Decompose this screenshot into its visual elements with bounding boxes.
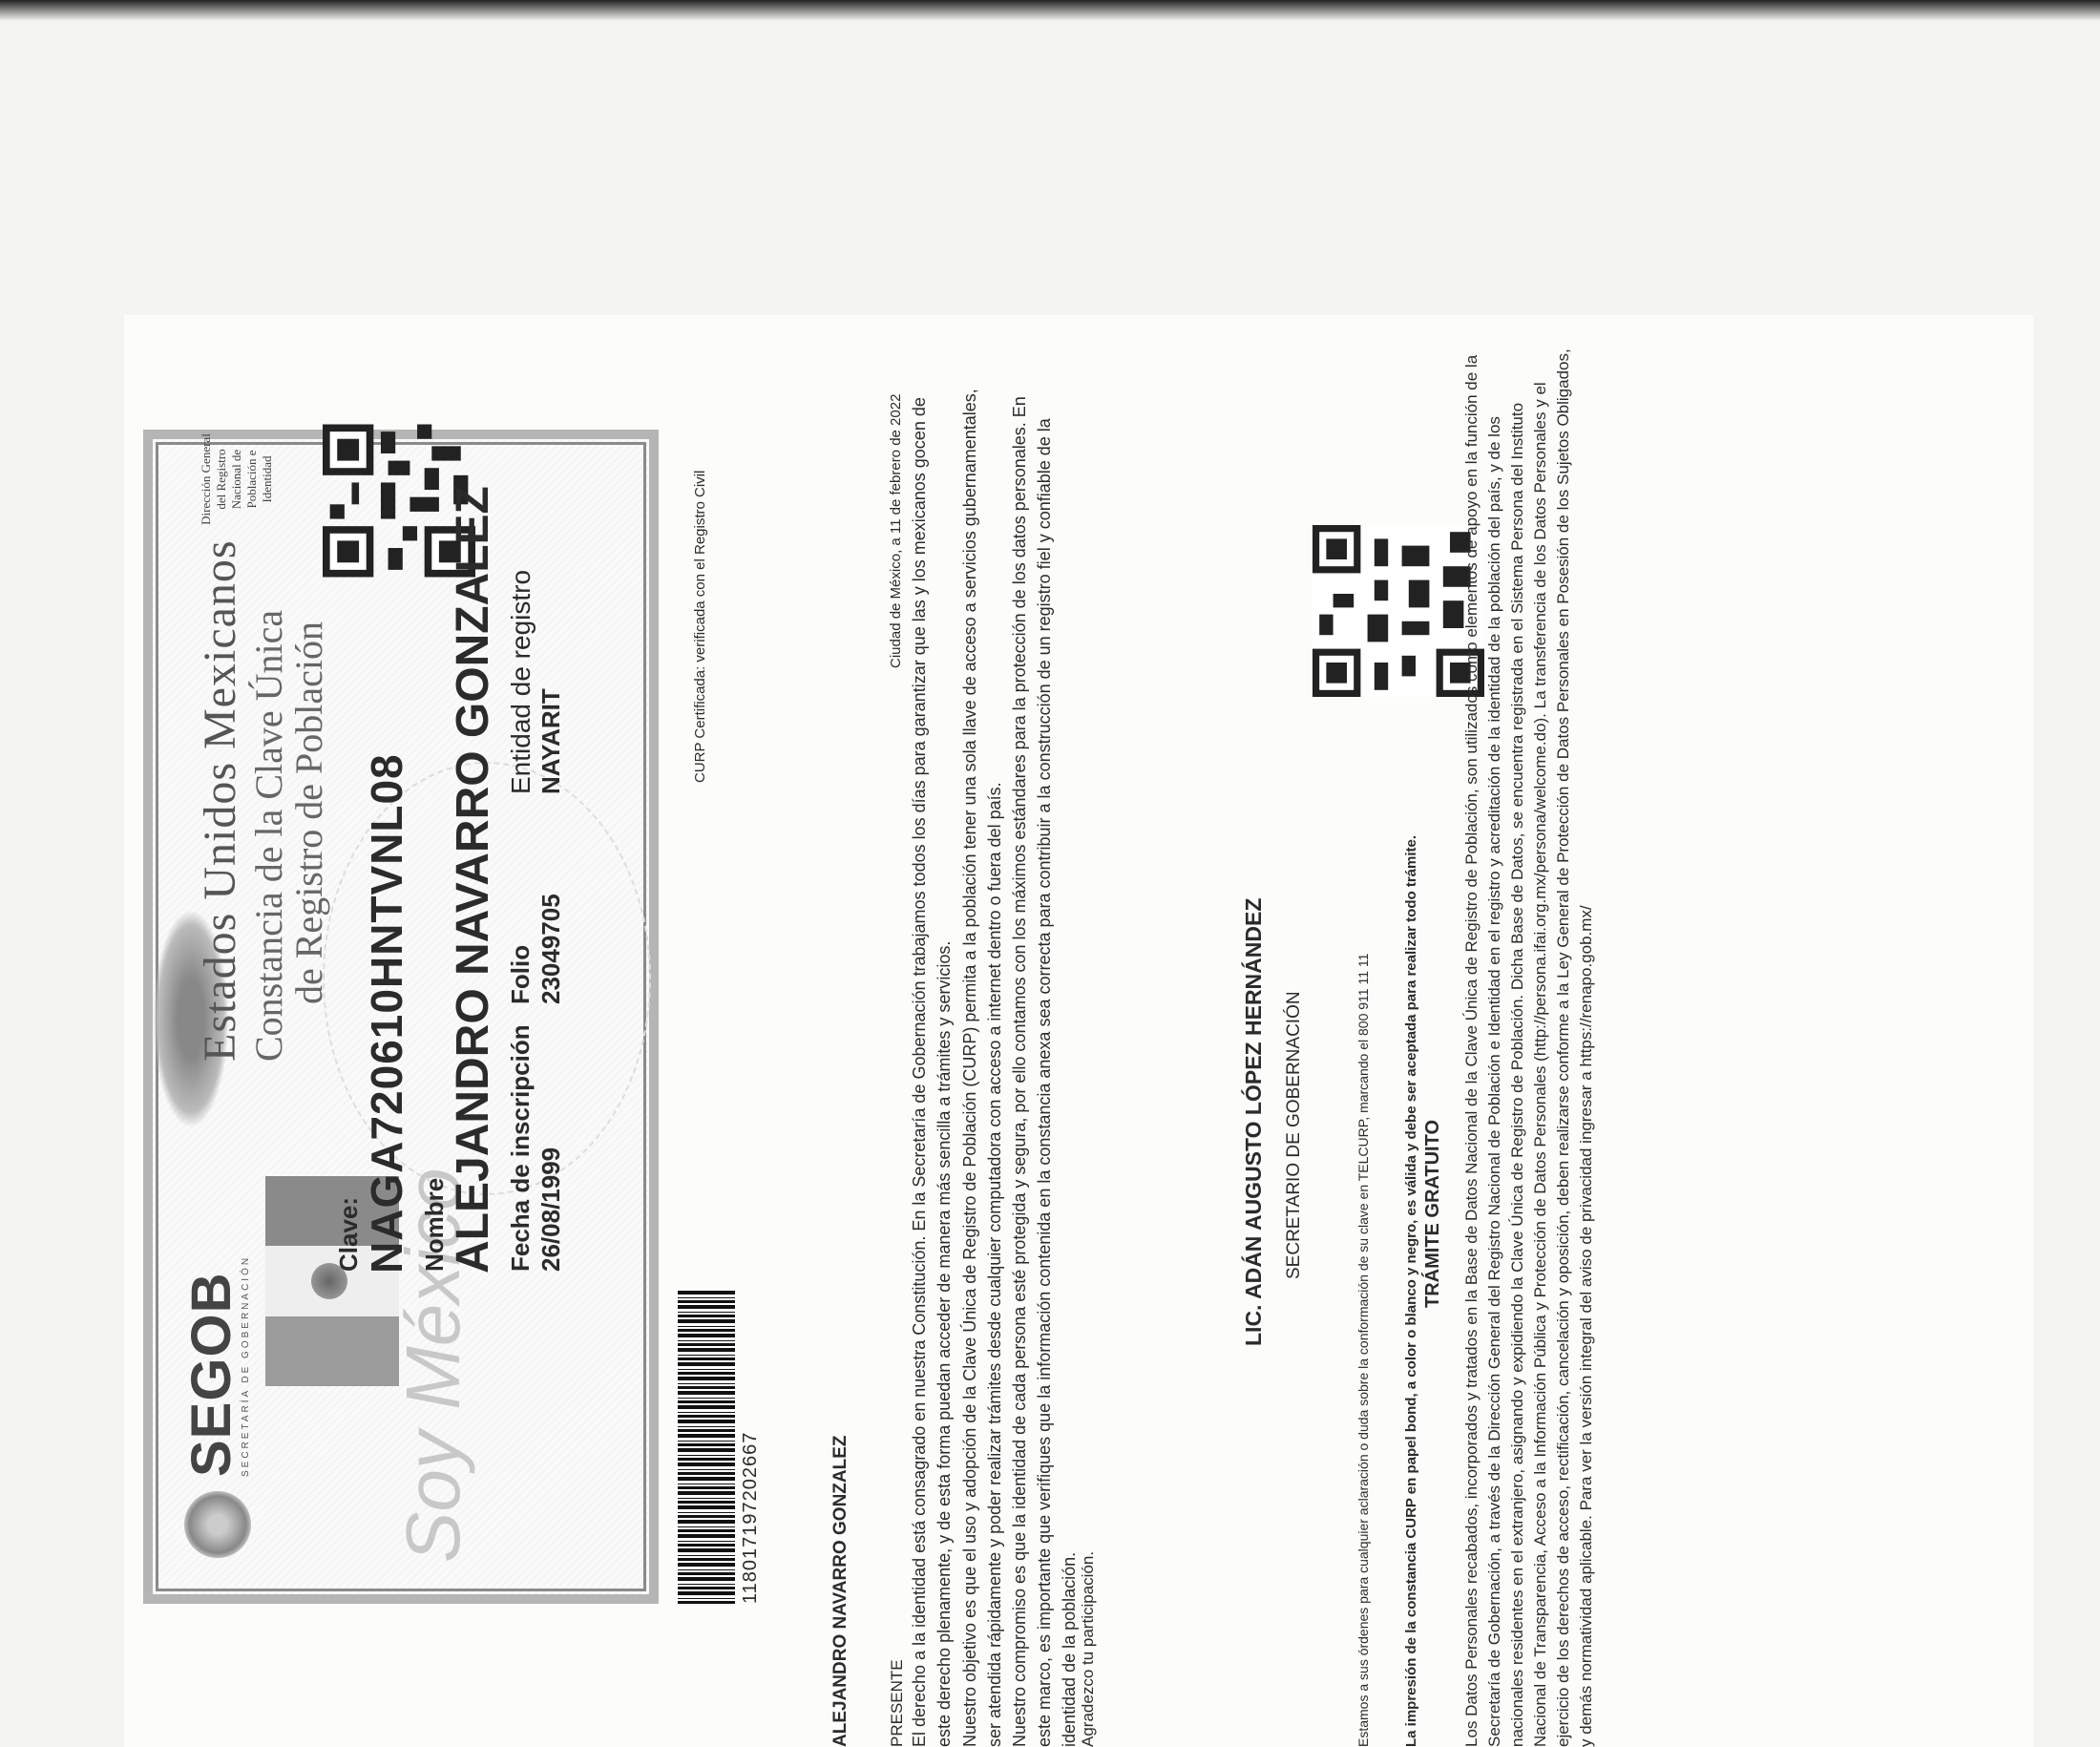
letter-thanks: Agradezco tu participación. [1079, 1550, 1097, 1747]
impresion-note: La impresión de la constancia CURP en pa… [1403, 834, 1419, 1747]
segob-logo-subtitle: SECRETARÍA DE GOBERNACIÓN [241, 1254, 251, 1477]
letter-addressee: ALEJANDRO NAVARRO GONZALEZ [830, 1435, 850, 1747]
national-seal-icon [184, 1491, 251, 1558]
nombre-label: Nombre [420, 1177, 449, 1272]
curp-certificate: SEGOB SECRETARÍA DE GOBERNACIÓN Soy Méxi… [143, 424, 659, 1604]
entidad-registro-label: Entidad de registro [506, 569, 536, 794]
signatory-title: SECRETARIO DE GOBERNACIÓN [1284, 991, 1304, 1279]
barcode-icon [678, 1289, 735, 1604]
signatory-name: LIC. ADÁN AUGUSTO LÓPEZ HERNÁNDEZ [1241, 897, 1266, 1346]
letter-paragraph-3: Nuestro compromiso es que la identidad d… [1010, 396, 1079, 1747]
barcode-number: 118017197202667 [740, 1431, 761, 1604]
clave-label: Clave: [334, 1196, 363, 1272]
folio-value: 23049705 [536, 894, 565, 1004]
clave-value: NAGA720610HNTVNL08 [362, 753, 411, 1273]
segob-logo-text: SEGOB [180, 1272, 242, 1478]
fecha-inscripcion-label: Fecha de inscripción [506, 1024, 535, 1272]
letter-city-date: Ciudad de México, a 11 de febrero de 202… [888, 393, 904, 668]
scan-edge-shadow [0, 0, 2100, 21]
cert-title-country: Estados Unidos Mexicanos [195, 539, 245, 1062]
fecha-inscripcion-value: 26/08/1999 [536, 1147, 565, 1272]
tramite-gratuito: TRÁMITE GRATUITO [1422, 1119, 1443, 1308]
letter-paragraph-1: El derecho a la identidad está consagrad… [910, 397, 954, 1747]
telcurp-note: Estamos a sus órdenes para cualquier acl… [1355, 953, 1371, 1747]
entidad-registro-value: NAYARIT [536, 688, 565, 794]
cert-title-line1: Constancia de la Clave Única [247, 609, 290, 1062]
privacy-notice: Los Datos Personales recabados, incorpor… [1462, 348, 1595, 1747]
folio-label: Folio [506, 944, 535, 1004]
document-page: SEGOB SECRETARÍA DE GOBERNACIÓN Soy Méxi… [124, 315, 2033, 1747]
letter-paragraph-2: Nuestro objetivo es que el uso y adopció… [960, 389, 1004, 1747]
direccion-general-label: Dirección General del Registro Nacional … [199, 433, 274, 525]
qr-code-icon [1312, 525, 1484, 697]
curp-certificada-note: CURP Certificada: verificada con el Regi… [692, 470, 708, 783]
letter-presente: PRESENTE [888, 1659, 906, 1747]
nombre-value: ALEJANDRO NAVARRO GONZALEZ [448, 486, 498, 1273]
